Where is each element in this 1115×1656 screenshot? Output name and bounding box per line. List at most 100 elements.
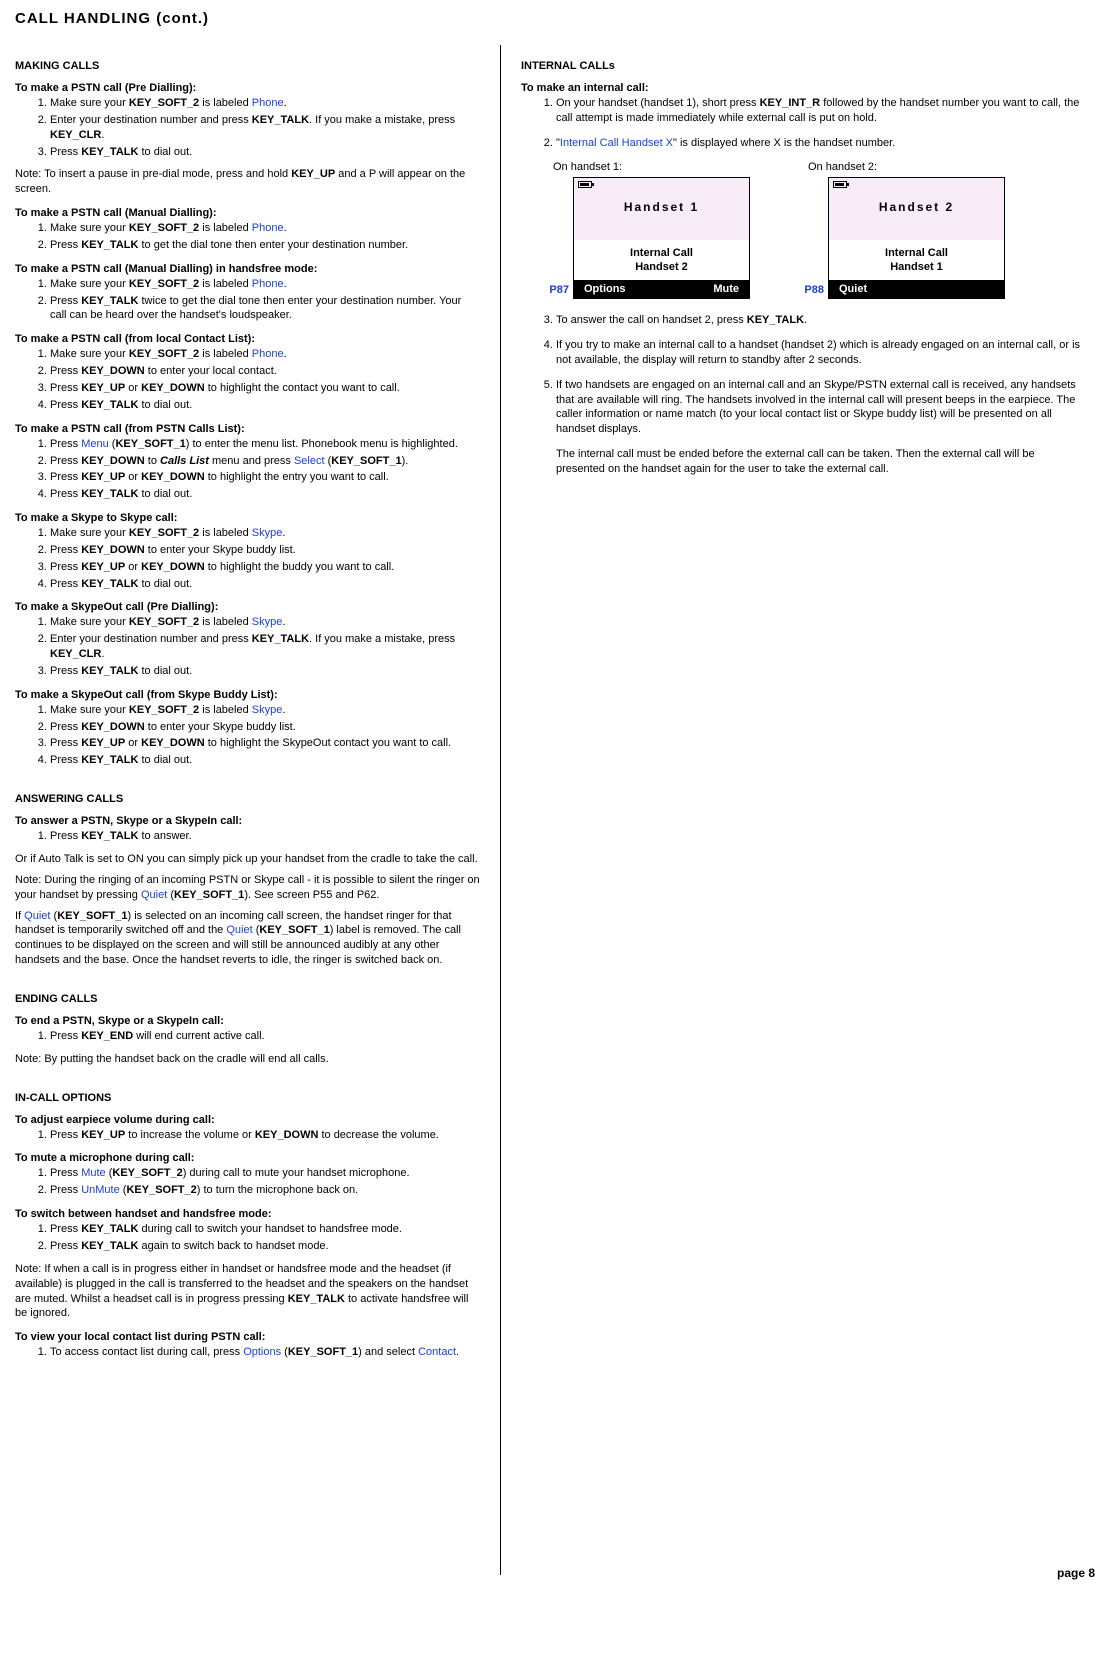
ending-heading: ENDING CALLS bbox=[15, 993, 480, 1005]
mute-head: To mute a microphone during call: bbox=[15, 1152, 480, 1164]
incall-heading: IN-CALL OPTIONS bbox=[15, 1092, 480, 1104]
skypeout-pre-head: To make a SkypeOut call (Pre Dialling): bbox=[15, 601, 480, 613]
list-item: Press KEY_TALK during call to switch you… bbox=[50, 1222, 480, 1237]
list-item: Press KEY_TALK to dial out. bbox=[50, 398, 480, 413]
phone1-mid: Internal CallHandset 2 bbox=[574, 240, 749, 281]
phone1-block: On handset 1: P87 Handset 1 Internal Cal… bbox=[541, 161, 756, 300]
pstn-hf-head: To make a PSTN call (Manual Dialling) in… bbox=[15, 263, 480, 275]
phone2-title: Handset 2 bbox=[829, 182, 1004, 214]
answering-heading: ANSWERING CALLS bbox=[15, 793, 480, 805]
making-calls-heading: MAKING CALLS bbox=[15, 60, 480, 72]
end-list: Press KEY_END will end current active ca… bbox=[15, 1029, 480, 1044]
phone1-title: Handset 1 bbox=[574, 182, 749, 214]
list-item: Make sure your KEY_SOFT_2 is labeled Pho… bbox=[50, 347, 480, 362]
list-item: Press KEY_TALK to get the dial tone then… bbox=[50, 238, 480, 253]
list-item: If you try to make an internal call to a… bbox=[556, 338, 1081, 368]
list-item: Press KEY_DOWN to enter your Skype buddy… bbox=[50, 543, 480, 558]
pstn-manual-list: Make sure your KEY_SOFT_2 is labeled Pho… bbox=[15, 221, 480, 253]
list-item: Press KEY_DOWN to enter your local conta… bbox=[50, 364, 480, 379]
battery-icon bbox=[578, 181, 592, 188]
answer-note3: If Quiet (KEY_SOFT_1) is selected on an … bbox=[15, 909, 480, 968]
list-item: Press KEY_UP or KEY_DOWN to highlight th… bbox=[50, 470, 480, 485]
content-columns: MAKING CALLS To make a PSTN call (Pre Di… bbox=[15, 45, 1100, 1575]
list-item: Press KEY_TALK to dial out. bbox=[50, 145, 480, 160]
phone2-caption: On handset 2: bbox=[796, 161, 1011, 173]
switch-head: To switch between handset and handsfree … bbox=[15, 1208, 480, 1220]
switch-note: Note: If when a call is in progress eith… bbox=[15, 1262, 480, 1321]
list-item: Press Mute (KEY_SOFT_2) during call to m… bbox=[50, 1166, 480, 1181]
list-item: On your handset (handset 1), short press… bbox=[556, 96, 1081, 126]
pstn-manual-head: To make a PSTN call (Manual Dialling): bbox=[15, 207, 480, 219]
list-item: Press KEY_DOWN to enter your Skype buddy… bbox=[50, 720, 480, 735]
pstn-calls-head: To make a PSTN call (from PSTN Calls Lis… bbox=[15, 423, 480, 435]
left-column: MAKING CALLS To make a PSTN call (Pre Di… bbox=[15, 45, 501, 1575]
list-item: Make sure your KEY_SOFT_2 is labeled Pho… bbox=[50, 96, 480, 111]
answer-list: Press KEY_TALK to answer. bbox=[15, 829, 480, 844]
skypeout-buddy-head: To make a SkypeOut call (from Skype Budd… bbox=[15, 689, 480, 701]
end-head: To end a PSTN, Skype or a SkypeIn call: bbox=[15, 1015, 480, 1027]
list-item: Enter your destination number and press … bbox=[50, 632, 480, 662]
list-item: Press KEY_TALK to dial out. bbox=[50, 577, 480, 592]
phone1-caption: On handset 1: bbox=[541, 161, 756, 173]
list-item: If two handsets are engaged on an intern… bbox=[556, 378, 1081, 477]
pstn-pre-note: Note: To insert a pause in pre-dial mode… bbox=[15, 167, 480, 197]
pstn-pre-list: Make sure your KEY_SOFT_2 is labeled Pho… bbox=[15, 96, 480, 159]
list-item: Press UnMute (KEY_SOFT_2) to turn the mi… bbox=[50, 1183, 480, 1198]
view-list: To access contact list during call, pres… bbox=[15, 1345, 480, 1360]
list-item: Press KEY_DOWN to Calls List menu and pr… bbox=[50, 454, 480, 469]
pstn-local-list: Make sure your KEY_SOFT_2 is labeled Pho… bbox=[15, 347, 480, 412]
list-item: To access contact list during call, pres… bbox=[50, 1345, 480, 1360]
answer-note1: Or if Auto Talk is set to ON you can sim… bbox=[15, 852, 480, 867]
phone1-softkey-right: Mute bbox=[713, 283, 739, 295]
phone-diagrams: On handset 1: P87 Handset 1 Internal Cal… bbox=[541, 161, 1081, 300]
skypeout-pre-list: Make sure your KEY_SOFT_2 is labeled Sky… bbox=[15, 615, 480, 678]
list-item: Make sure your KEY_SOFT_2 is labeled Sky… bbox=[50, 703, 480, 718]
phone2-softkeys: Quiet bbox=[829, 280, 1004, 298]
list-item: Make sure your KEY_SOFT_2 is labeled Sky… bbox=[50, 526, 480, 541]
list-item: Make sure your KEY_SOFT_2 is labeled Sky… bbox=[50, 615, 480, 630]
switch-list: Press KEY_TALK during call to switch you… bbox=[15, 1222, 480, 1254]
int-head: To make an internal call: bbox=[521, 82, 1081, 94]
pstn-pre-head: To make a PSTN call (Pre Dialling): bbox=[15, 82, 480, 94]
list-item: To answer the call on handset 2, press K… bbox=[556, 313, 1081, 328]
vol-head: To adjust earpiece volume during call: bbox=[15, 1114, 480, 1126]
list-item: Press KEY_TALK again to switch back to h… bbox=[50, 1239, 480, 1254]
list-item: Press KEY_TALK twice to get the dial ton… bbox=[50, 294, 480, 324]
list-item: Press KEY_UP or KEY_DOWN to highlight th… bbox=[50, 381, 480, 396]
list-item: "Internal Call Handset X" is displayed w… bbox=[556, 136, 1081, 151]
list-item: Press KEY_TALK to dial out. bbox=[50, 487, 480, 502]
pstn-hf-list: Make sure your KEY_SOFT_2 is labeled Pho… bbox=[15, 277, 480, 324]
list-item: Press KEY_TALK to dial out. bbox=[50, 753, 480, 768]
phone1-softkey-left: Options bbox=[584, 283, 626, 295]
list-item: Press KEY_UP to increase the volume or K… bbox=[50, 1128, 480, 1143]
phone1-screen: Handset 1 Internal CallHandset 2 Options… bbox=[573, 177, 750, 300]
list-item: Enter your destination number and press … bbox=[50, 113, 480, 143]
pstn-calls-list: Press Menu (KEY_SOFT_1) to enter the men… bbox=[15, 437, 480, 502]
skypeout-buddy-list: Make sure your KEY_SOFT_2 is labeled Sky… bbox=[15, 703, 480, 768]
vol-list: Press KEY_UP to increase the volume or K… bbox=[15, 1128, 480, 1143]
right-column: INTERNAL CALLs To make an internal call:… bbox=[501, 45, 1081, 1575]
battery-icon bbox=[833, 181, 847, 188]
internal-heading: INTERNAL CALLs bbox=[521, 60, 1081, 72]
page-number: page 8 bbox=[1057, 1566, 1095, 1580]
phone1-softkeys: Options Mute bbox=[574, 280, 749, 298]
pstn-local-head: To make a PSTN call (from local Contact … bbox=[15, 333, 480, 345]
list-item: Press Menu (KEY_SOFT_1) to enter the men… bbox=[50, 437, 480, 452]
mute-list: Press Mute (KEY_SOFT_2) during call to m… bbox=[15, 1166, 480, 1198]
phone2-mid: Internal CallHandset 1 bbox=[829, 240, 1004, 281]
int5b-note: The internal call must be ended before t… bbox=[556, 447, 1081, 477]
list-item: Press KEY_UP or KEY_DOWN to highlight th… bbox=[50, 736, 480, 751]
list-item: Press KEY_TALK to answer. bbox=[50, 829, 480, 844]
list-item: Make sure your KEY_SOFT_2 is labeled Pho… bbox=[50, 277, 480, 292]
skype-head: To make a Skype to Skype call: bbox=[15, 512, 480, 524]
page-title: CALL HANDLING (cont.) bbox=[15, 10, 1100, 27]
phone2-softkey-left: Quiet bbox=[839, 283, 867, 295]
answer-head: To answer a PSTN, Skype or a SkypeIn cal… bbox=[15, 815, 480, 827]
list-item: Press KEY_UP or KEY_DOWN to highlight th… bbox=[50, 560, 480, 575]
list-item: Press KEY_END will end current active ca… bbox=[50, 1029, 480, 1044]
view-head: To view your local contact list during P… bbox=[15, 1331, 480, 1343]
int-list-bottom: To answer the call on handset 2, press K… bbox=[521, 313, 1081, 477]
list-item: Press KEY_TALK to dial out. bbox=[50, 664, 480, 679]
phone2-block: On handset 2: P88 Handset 2 Internal Cal… bbox=[796, 161, 1011, 300]
p87-label: P87 bbox=[541, 284, 569, 299]
